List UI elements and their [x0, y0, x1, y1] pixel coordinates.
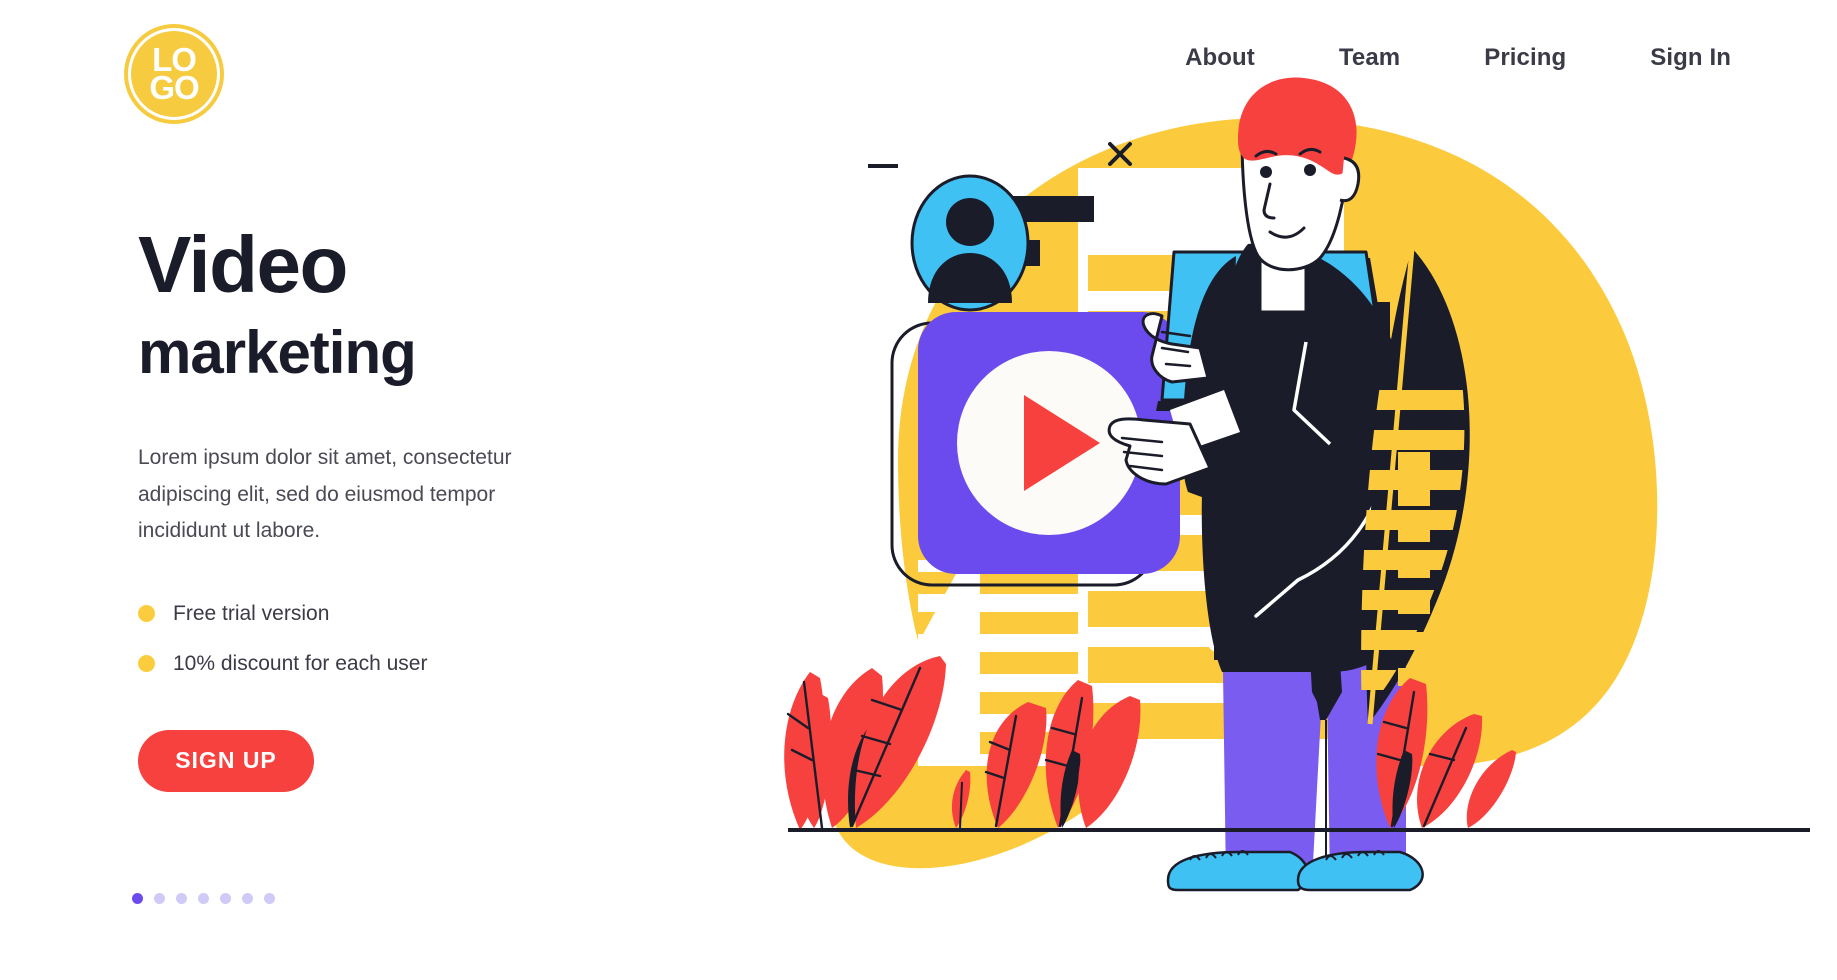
hero-content: Video marketing Lorem ipsum dolor sit am…: [138, 225, 698, 792]
video-marketing-illustration: [770, 60, 1837, 980]
feature-list: Free trial version 10% discount for each…: [138, 602, 698, 676]
page-title-line-1: Video: [138, 220, 348, 309]
list-item: 10% discount for each user: [138, 652, 698, 676]
carousel-dot-5[interactable]: [220, 893, 231, 904]
carousel-dot-3[interactable]: [176, 893, 187, 904]
logo-line-2: GO: [149, 69, 199, 106]
bullet-dot-icon: [138, 655, 155, 673]
carousel-dot-1[interactable]: [132, 893, 143, 904]
person-shoes: [1166, 850, 1424, 892]
sign-up-button[interactable]: SIGN UP: [138, 729, 314, 792]
list-item: Free trial version: [138, 602, 698, 626]
logo[interactable]: LO GO: [128, 28, 220, 120]
carousel-dot-4[interactable]: [198, 893, 209, 904]
carousel-dots: [132, 893, 275, 904]
carousel-dot-6[interactable]: [242, 893, 253, 904]
bullet-dot-icon: [138, 605, 155, 623]
minimize-icon[interactable]: [868, 164, 898, 168]
feature-label: Free trial version: [173, 601, 330, 625]
feature-label: 10% discount for each user: [173, 651, 428, 675]
avatar-bubble: [910, 174, 1030, 312]
carousel-dot-7[interactable]: [264, 893, 275, 904]
hero-paragraph: Lorem ipsum dolor sit amet, consectetur …: [138, 446, 512, 543]
page-title-line-2: marketing: [138, 319, 417, 386]
carousel-dot-2[interactable]: [154, 893, 165, 904]
